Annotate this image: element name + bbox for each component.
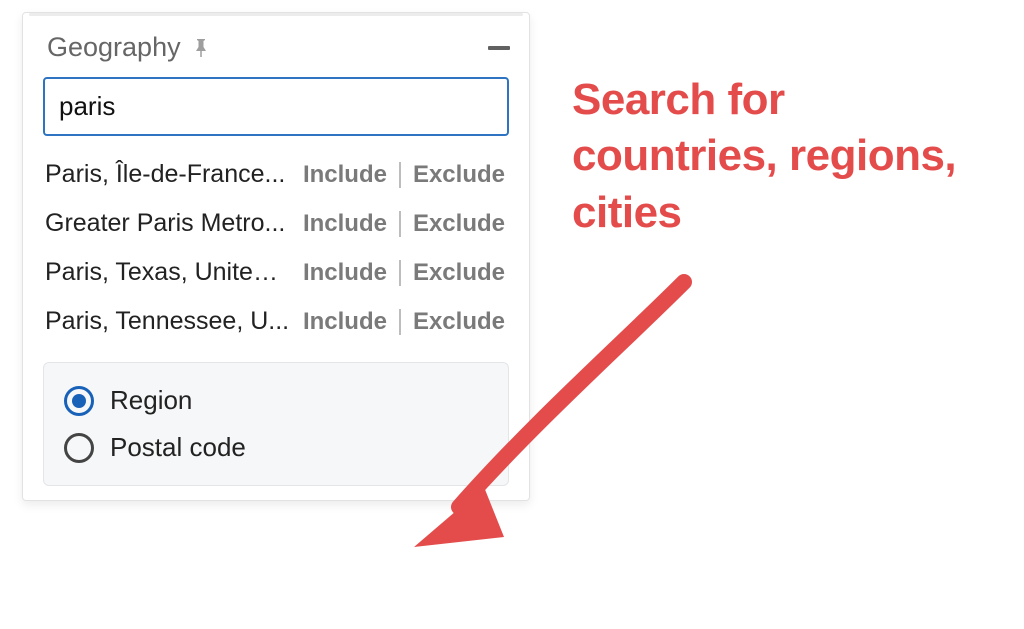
geography-search-input[interactable] [43,77,509,136]
include-button[interactable]: Include [301,210,389,238]
pin-icon[interactable] [191,37,211,59]
panel-title: Geography [47,32,181,63]
exclude-button[interactable]: Exclude [411,308,507,336]
geography-mode-selector: Region Postal code [43,362,509,486]
search-result[interactable]: Greater Paris Metro... Include Exclude [43,199,509,248]
geography-filter-panel: Geography Paris, Île-de-France... Includ… [22,12,530,501]
mode-label: Region [110,385,192,416]
include-exclude-group: Include Exclude [301,308,507,336]
include-exclude-separator [399,162,401,188]
include-exclude-separator [399,309,401,335]
search-results-list: Paris, Île-de-France... Include Exclude … [23,146,529,360]
result-name: Paris, Île-de-France... [45,160,291,189]
mode-label: Postal code [110,432,246,463]
search-result[interactable]: Paris, Texas, United ... Include Exclude [43,248,509,297]
include-exclude-group: Include Exclude [301,161,507,189]
panel-header: Geography [23,22,529,71]
include-exclude-group: Include Exclude [301,210,507,238]
exclude-button[interactable]: Exclude [411,259,507,287]
mode-region-option[interactable]: Region [62,377,490,424]
radio-selected-icon [64,386,94,416]
include-button[interactable]: Include [301,161,389,189]
radio-unselected-icon [64,433,94,463]
result-name: Greater Paris Metro... [45,209,291,238]
search-input-wrap [23,71,529,146]
include-button[interactable]: Include [301,308,389,336]
result-name: Paris, Tennessee, U... [45,307,291,336]
include-button[interactable]: Include [301,259,389,287]
collapse-button[interactable] [487,36,511,60]
include-exclude-separator [399,211,401,237]
include-exclude-group: Include Exclude [301,259,507,287]
search-result[interactable]: Paris, Tennessee, U... Include Exclude [43,297,509,346]
search-result[interactable]: Paris, Île-de-France... Include Exclude [43,150,509,199]
annotation-callout: Search for countries, regions, cities [572,72,992,241]
exclude-button[interactable]: Exclude [411,161,507,189]
minus-icon [488,46,510,50]
mode-postal-option[interactable]: Postal code [62,424,490,471]
panel-top-divider [29,13,523,16]
result-name: Paris, Texas, United ... [45,258,291,287]
include-exclude-separator [399,260,401,286]
exclude-button[interactable]: Exclude [411,210,507,238]
